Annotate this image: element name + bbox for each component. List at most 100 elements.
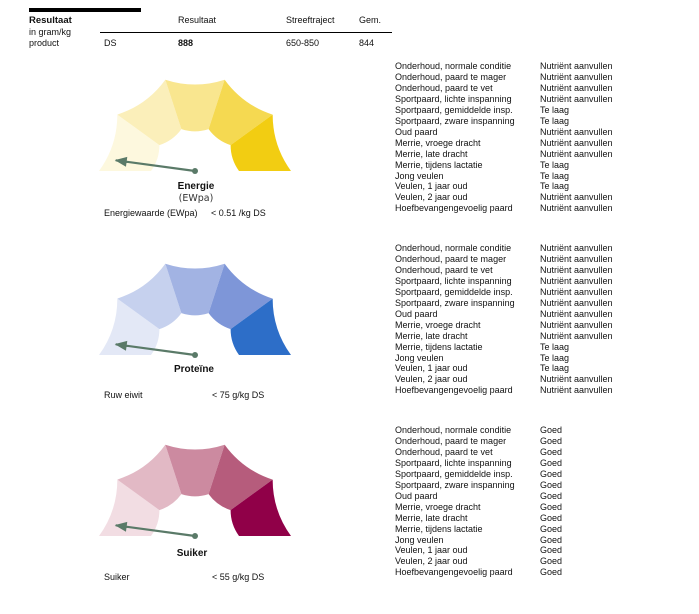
- status-row-label: Onderhoud, paard te vet: [395, 264, 493, 275]
- energie-title: Energie: [177, 181, 215, 192]
- status-row-value: Nutriënt aanvullen: [540, 275, 613, 286]
- header-rule: [29, 8, 141, 12]
- status-row: Sportpaard, zware inspanning Te laag: [395, 116, 613, 127]
- status-row: Sportpaard, zware inspanning Nutriënt aan…: [395, 298, 613, 309]
- status-row-label: Sportpaard, gemiddelde insp.: [395, 468, 513, 479]
- status-row-value: Goed: [540, 490, 563, 501]
- status-row-label: Sportpaard, zware inspanning: [395, 297, 515, 308]
- status-row-label: Jong veulen: [395, 170, 444, 181]
- status-row-label: Sportpaard, lichte inspanning: [395, 93, 512, 104]
- status-row: Sportpaard, zware inspanning Goed: [395, 480, 562, 491]
- status-row-value: Goed: [540, 523, 563, 534]
- status-row: Merrie, tijdens lactatie Goed: [395, 524, 562, 535]
- gauge-hub: [192, 352, 198, 358]
- status-row: Merrie, tijdens lactatie Te laag: [395, 342, 613, 353]
- status-row: Hoefbevangengevoelig paard Nutriënt aanvu…: [395, 203, 613, 214]
- status-row: Veulen, 2 jaar oud Nutriënt aanvullen: [395, 192, 613, 203]
- status-row-value: Goed: [540, 512, 563, 523]
- status-row-label: Onderhoud, normale conditie: [395, 61, 512, 71]
- status-row-value: Nutriënt aanvullen: [540, 374, 613, 385]
- status-row: Onderhoud, paard te mager Nutriënt aanvul…: [395, 254, 613, 265]
- status-row-value: Nutriënt aanvullen: [540, 286, 613, 297]
- status-row: Oud paard Nutriënt aanvullen: [395, 127, 613, 138]
- status-row-label: Oud paard: [395, 126, 438, 137]
- status-row-value: Nutriënt aanvullen: [540, 243, 613, 253]
- header-subtitle: in gram/kg product: [29, 27, 72, 48]
- status-row-value: Goed: [540, 545, 563, 556]
- status-row-value: Te laag: [540, 341, 570, 352]
- status-row-value: Te laag: [540, 352, 570, 363]
- status-row: Sportpaard, gemiddelde insp. Goed: [395, 469, 562, 480]
- status-row-label: Merrie, tijdens lactatie: [395, 341, 483, 352]
- status-row-label: Merrie, vroege dracht: [395, 501, 481, 512]
- status-row-value: Goed: [540, 556, 563, 567]
- status-row-value: Goed: [540, 479, 563, 490]
- status-row: Veulen, 1 jaar oud Te laag: [395, 181, 613, 192]
- status-row-label: Onderhoud, paard te mager: [395, 253, 507, 264]
- energie-status-list: Onderhoud, normale conditie Nutriënt aanv…: [395, 61, 613, 214]
- status-row-value: Goed: [540, 446, 563, 457]
- status-row-value: Nutriënt aanvullen: [540, 330, 613, 341]
- status-row: Veulen, 2 jaar oud Goed: [395, 556, 562, 567]
- status-row: Merrie, tijdens lactatie Te laag: [395, 160, 613, 171]
- status-row: Hoefbevangengevoelig paard Goed: [395, 567, 562, 578]
- status-row: Sportpaard, gemiddelde insp. Nutriënt aan…: [395, 287, 613, 298]
- energie-subtitle: (EWpa): [178, 193, 214, 204]
- status-row: Onderhoud, paard te vet Nutriënt aanvulle…: [395, 83, 613, 94]
- status-row-value: Goed: [540, 501, 563, 512]
- status-row: Merrie, late dracht Nutriënt aanvullen: [395, 149, 613, 160]
- status-row-label: Merrie, late dracht: [395, 330, 468, 341]
- status-row-value: Nutriënt aanvullen: [540, 385, 613, 396]
- status-row: Veulen, 1 jaar oud Goed: [395, 545, 562, 556]
- col-header-streeftraject: Streeftraject: [286, 15, 335, 25]
- proteine-gauge: [99, 263, 291, 358]
- status-row-label: Sportpaard, zware inspanning: [395, 115, 515, 126]
- status-row: Onderhoud, normale conditie Nutriënt aanv…: [395, 61, 613, 72]
- col-header-gem: Gem.: [359, 15, 382, 25]
- status-row: Oud paard Goed: [395, 491, 562, 502]
- gauge-hub: [192, 168, 198, 174]
- status-row: Sportpaard, lichte inspanning Nutriënt aa…: [395, 94, 613, 105]
- status-row-label: Merrie, tijdens lactatie: [395, 523, 483, 534]
- suiker-gauge: [99, 444, 291, 539]
- status-row: Jong veulen Te laag: [395, 171, 613, 182]
- suiker-title: Suiker: [176, 548, 208, 559]
- status-row-value: Goed: [540, 435, 563, 446]
- status-row-value: Nutriënt aanvullen: [540, 93, 613, 104]
- status-row-label: Merrie, tijdens lactatie: [395, 159, 483, 170]
- status-row: Onderhoud, normale conditie Goed: [395, 425, 562, 436]
- status-row-value: Nutriënt aanvullen: [540, 61, 613, 71]
- status-row-label: Oud paard: [395, 308, 438, 319]
- ds-avg: 844: [359, 38, 375, 48]
- status-row-value: Goed: [540, 457, 563, 468]
- status-row-label: Veulen, 1 jaar oud: [395, 363, 468, 374]
- status-row-value: Nutriënt aanvullen: [540, 126, 613, 137]
- status-row-label: Veulen, 1 jaar oud: [395, 545, 468, 556]
- status-row: Onderhoud, paard te vet Nutriënt aanvulle…: [395, 265, 613, 276]
- status-row-label: Sportpaard, gemiddelde insp.: [395, 286, 513, 297]
- proteine-title: Proteïne: [173, 364, 214, 375]
- status-row-value: Nutriënt aanvullen: [540, 71, 613, 82]
- status-row-value: Nutriënt aanvullen: [540, 203, 613, 214]
- status-row: Hoefbevangengevoelig paard Nutriënt aanvu…: [395, 385, 613, 396]
- status-row-label: Onderhoud, normale conditie: [395, 425, 512, 435]
- status-row-value: Te laag: [540, 115, 570, 126]
- status-row-label: Veulen, 2 jaar oud: [395, 374, 468, 385]
- status-row-label: Sportpaard, lichte inspanning: [395, 275, 512, 286]
- status-row: Veulen, 1 jaar oud Te laag: [395, 363, 613, 374]
- status-row-label: Onderhoud, paard te vet: [395, 82, 493, 93]
- status-row-value: Nutriënt aanvullen: [540, 297, 613, 308]
- header-title: Resultaat: [29, 15, 72, 26]
- status-row-value: Nutriënt aanvullen: [540, 264, 613, 275]
- status-row-value: Goed: [540, 425, 563, 435]
- status-row-label: Onderhoud, paard te vet: [395, 446, 493, 457]
- status-row: Merrie, vroege dracht Goed: [395, 502, 562, 513]
- ds-label: DS: [104, 38, 117, 48]
- status-row-label: Merrie, vroege dracht: [395, 137, 481, 148]
- suiker-status-list: Onderhoud, normale conditie Goed Onderhoud…: [395, 425, 562, 578]
- status-row: Sportpaard, lichte inspanning Nutriënt aa…: [395, 276, 613, 287]
- status-row-value: Nutriënt aanvullen: [540, 319, 613, 330]
- status-row-label: Merrie, late dracht: [395, 512, 468, 523]
- status-row: Merrie, late dracht Goed: [395, 513, 562, 524]
- status-row-value: Nutriënt aanvullen: [540, 253, 613, 264]
